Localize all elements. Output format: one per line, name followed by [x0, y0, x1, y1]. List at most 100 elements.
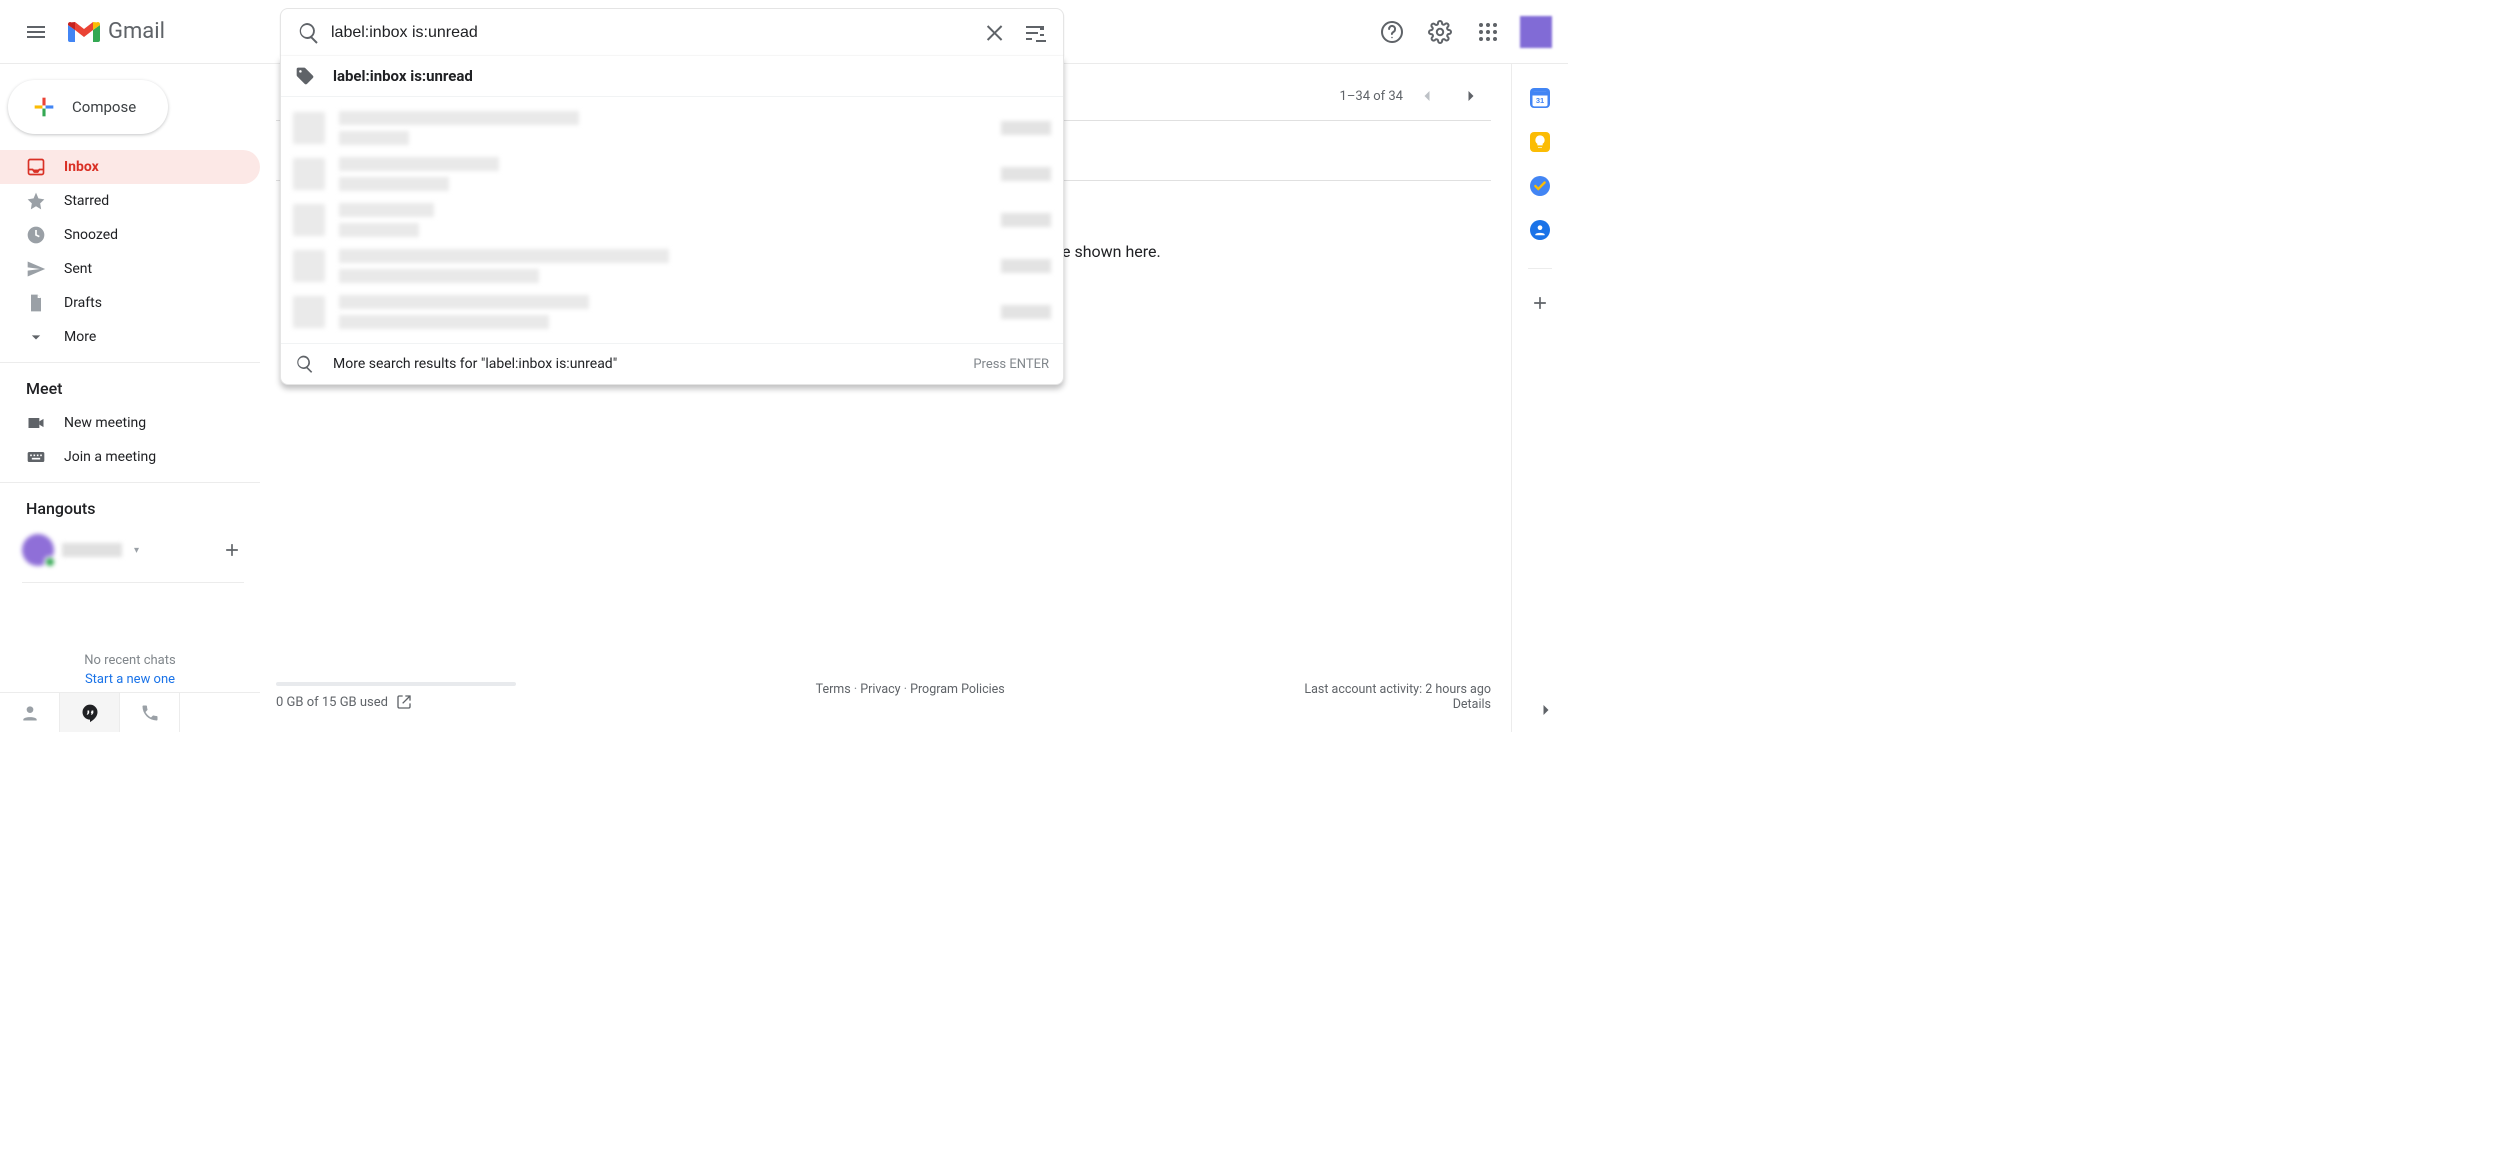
compose-button[interactable]: Compose — [8, 80, 168, 134]
open-in-new-icon[interactable] — [396, 694, 412, 710]
side-panel-divider — [1528, 268, 1552, 269]
blurred-text — [339, 269, 539, 283]
phone-tab[interactable] — [120, 693, 180, 732]
older-button[interactable] — [1451, 76, 1491, 116]
sidebar: Compose Inbox Starred Snoozed Sent Draft… — [0, 64, 260, 732]
blurred-avatar — [293, 296, 325, 328]
user-avatar — [22, 534, 54, 566]
tune-icon — [1023, 21, 1047, 45]
plus-icon — [222, 540, 242, 560]
collapse-panel-button[interactable] — [1536, 700, 1556, 720]
page-range: 1–34 of 34 — [1340, 89, 1403, 104]
blurred-text — [339, 223, 419, 237]
apps-button[interactable] — [1468, 12, 1508, 52]
presence-indicator — [44, 556, 56, 568]
search-input[interactable] — [329, 23, 975, 43]
new-meeting-button[interactable]: New meeting — [0, 406, 260, 440]
hangouts-tab[interactable] — [60, 693, 120, 732]
sidebar-item-label: Starred — [64, 193, 109, 209]
chevron-right-icon — [1536, 700, 1556, 720]
footer-links: Terms · Privacy · Program Policies — [816, 682, 1005, 712]
tasks-app-icon[interactable] — [1530, 176, 1550, 196]
press-enter-hint: Press ENTER — [973, 357, 1049, 372]
keep-app-icon[interactable] — [1530, 132, 1550, 152]
chat-footer-tabs — [0, 692, 260, 732]
compose-label: Compose — [72, 98, 136, 116]
search-result-row[interactable] — [281, 243, 1063, 289]
blurred-date — [1001, 259, 1051, 273]
plus-icon — [1530, 293, 1550, 313]
blurred-date — [1001, 213, 1051, 227]
search-suggestions-dropdown: label:inbox is:unread — [280, 56, 1064, 385]
blurred-avatar — [293, 158, 325, 190]
search-result-row[interactable] — [281, 105, 1063, 151]
chevron-down-icon — [26, 327, 46, 347]
newer-button[interactable] — [1407, 76, 1447, 116]
account-activity-text: Last account activity: 2 hours ago — [1304, 682, 1491, 697]
privacy-link[interactable]: Privacy — [860, 682, 900, 697]
calendar-icon: 31 — [1530, 88, 1550, 108]
sidebar-item-snoozed[interactable]: Snoozed — [0, 218, 260, 252]
support-button[interactable] — [1372, 12, 1412, 52]
hangouts-icon — [80, 703, 100, 723]
policies-link[interactable]: Program Policies — [910, 682, 1005, 697]
storage-text: 0 GB of 15 GB used — [276, 695, 388, 710]
footer: 0 GB of 15 GB used Terms · Privacy · Pro… — [276, 670, 1491, 732]
search-more-results[interactable]: More search results for "label:inbox is:… — [281, 344, 1063, 384]
blurred-text — [339, 203, 434, 217]
inbox-icon — [26, 157, 46, 177]
blurred-text — [339, 295, 589, 309]
join-meeting-button[interactable]: Join a meeting — [0, 440, 260, 474]
search-top-suggestion[interactable]: label:inbox is:unread — [281, 56, 1063, 97]
settings-button[interactable] — [1420, 12, 1460, 52]
sidebar-item-drafts[interactable]: Drafts — [0, 286, 260, 320]
phone-icon — [140, 703, 160, 723]
blurred-date — [1001, 121, 1051, 135]
person-icon — [1533, 223, 1547, 237]
apps-grid-icon — [1476, 20, 1500, 44]
more-results-text: More search results for "label:inbox is:… — [333, 356, 617, 372]
gear-icon — [1428, 20, 1452, 44]
sidebar-item-label: Drafts — [64, 295, 102, 311]
add-app-button[interactable] — [1530, 293, 1550, 313]
sidebar-item-sent[interactable]: Sent — [0, 252, 260, 286]
search-result-row[interactable] — [281, 289, 1063, 335]
no-recent-chats: No recent chats — [0, 653, 260, 668]
calendar-app-icon[interactable]: 31 — [1530, 88, 1550, 108]
blurred-date — [1001, 305, 1051, 319]
header-right — [1372, 12, 1560, 52]
sidebar-item-starred[interactable]: Starred — [0, 184, 260, 218]
search-top-suggestion-text: label:inbox is:unread — [333, 67, 473, 85]
gmail-logo[interactable]: Gmail — [68, 19, 165, 44]
search-icon — [295, 354, 315, 374]
blurred-username — [62, 543, 122, 557]
sidebar-item-label: Sent — [64, 261, 92, 277]
sidebar-item-inbox[interactable]: Inbox — [0, 150, 260, 184]
blurred-text — [339, 111, 579, 125]
search-options-button[interactable] — [1015, 13, 1055, 53]
search-result-row[interactable] — [281, 151, 1063, 197]
chevron-left-icon — [1417, 86, 1437, 106]
sidebar-item-label: Inbox — [64, 159, 99, 175]
terms-link[interactable]: Terms — [816, 682, 851, 697]
join-meeting-label: Join a meeting — [64, 449, 156, 465]
search-bar — [280, 8, 1064, 56]
hangouts-user[interactable]: ▾ — [22, 534, 139, 566]
help-icon — [1380, 20, 1404, 44]
contacts-tab[interactable] — [0, 693, 60, 732]
menu-icon — [24, 20, 48, 44]
details-link[interactable]: Details — [1453, 697, 1491, 712]
search-result-row[interactable] — [281, 197, 1063, 243]
send-icon — [26, 259, 46, 279]
main-menu-button[interactable] — [12, 8, 60, 56]
search-button[interactable] — [289, 13, 329, 53]
sidebar-item-more[interactable]: More — [0, 320, 260, 354]
start-new-chat-link[interactable]: Start a new one — [0, 672, 260, 687]
label-icon — [295, 66, 315, 86]
contacts-app-icon[interactable] — [1530, 220, 1550, 240]
account-avatar[interactable] — [1520, 16, 1552, 48]
new-chat-button[interactable] — [218, 536, 246, 564]
clear-search-button[interactable] — [975, 13, 1015, 53]
keep-icon — [1532, 134, 1548, 150]
tasks-icon — [1533, 179, 1547, 193]
